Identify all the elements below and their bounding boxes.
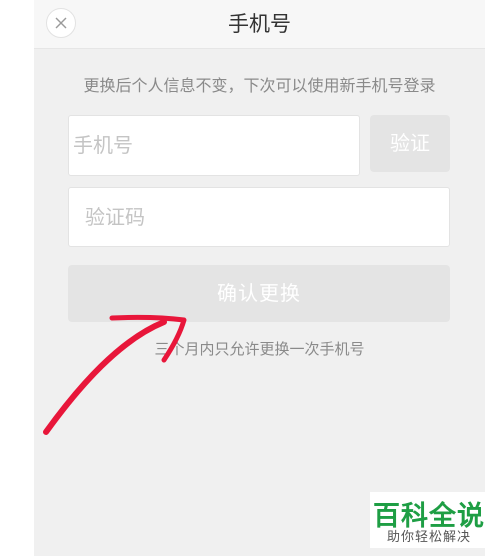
phone-input[interactable]: 手机号 [68, 115, 360, 176]
close-button[interactable] [46, 8, 76, 38]
verify-button[interactable]: 验证 [370, 115, 450, 172]
header-bar: 手机号 [34, 0, 485, 49]
info-hint: 更换后个人信息不变，下次可以使用新手机号登录 [83, 76, 436, 95]
page-title: 手机号 [228, 12, 291, 36]
phone-change-screen: 手机号 更换后个人信息不变，下次可以使用新手机号登录 手机号 验证 验证码 确认… [34, 0, 485, 556]
watermark-subtitle: 助你轻松解决 [386, 530, 471, 545]
watermark-logo: 百科全说 助你轻松解决 [370, 492, 488, 548]
confirm-change-button[interactable]: 确认更换 [68, 265, 450, 322]
verification-code-input[interactable]: 验证码 [68, 187, 450, 247]
change-limit-note: 三个月内只允许更换一次手机号 [154, 340, 365, 358]
close-icon [55, 17, 67, 29]
